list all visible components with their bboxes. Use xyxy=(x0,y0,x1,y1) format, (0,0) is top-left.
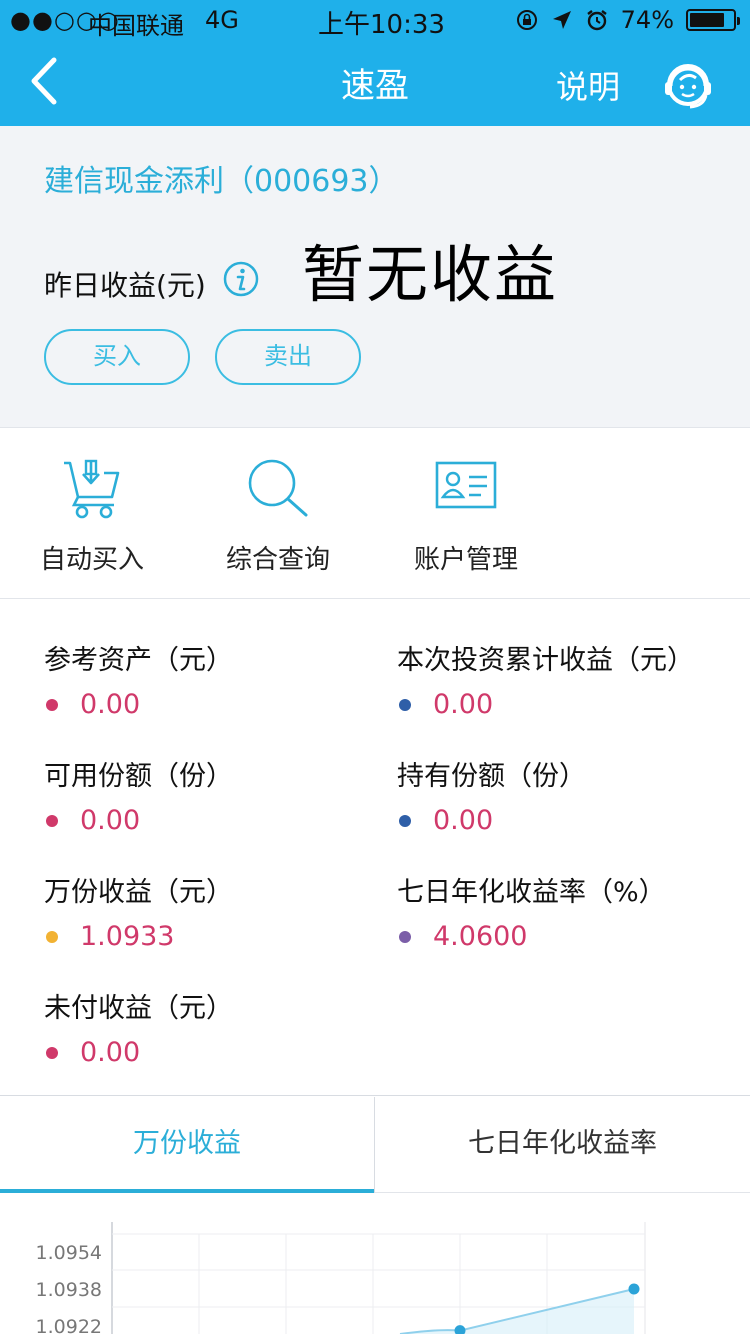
stat-label: 万份收益（元） xyxy=(44,877,233,908)
customer-service-icon[interactable] xyxy=(660,56,716,112)
stat-label: 可用份额（份） xyxy=(44,761,233,792)
stat-per-10k-yield: 万份收益（元） 1.0933 xyxy=(44,870,384,952)
stat-dot xyxy=(46,698,58,711)
chart-tabs: 万份收益 七日年化收益率 xyxy=(0,1097,750,1193)
alarm-clock-icon xyxy=(586,10,607,31)
shortcut-bar: 自动买入 综合查询 账户管理 xyxy=(0,429,750,599)
shortcut-label: 账户管理 xyxy=(414,545,519,575)
yield-chart: 1.0954 1.0938 1.0922 xyxy=(0,1194,750,1334)
stat-held-shares: 持有份额（份） 0.00 xyxy=(397,754,737,836)
stat-label: 持有份额（份） xyxy=(397,761,586,792)
buy-button[interactable]: 买入 xyxy=(44,329,190,385)
network-type: 4G xyxy=(205,6,239,34)
shortcut-label: 综合查询 xyxy=(226,545,331,575)
battery-icon xyxy=(686,9,740,31)
shortcut-query[interactable]: 综合查询 xyxy=(226,429,396,599)
stat-value: 4.0600 xyxy=(433,921,528,952)
tab-per-10k-yield[interactable]: 万份收益 xyxy=(0,1097,374,1193)
stat-value: 0.00 xyxy=(433,689,494,720)
stat-dot xyxy=(399,698,411,711)
y-tick-label: 1.0922 xyxy=(36,1316,102,1334)
stat-available-shares: 可用份额（份） 0.00 xyxy=(44,754,384,836)
sell-button[interactable]: 卖出 xyxy=(215,329,361,385)
stat-dot xyxy=(399,814,411,827)
stat-value: 0.00 xyxy=(433,805,494,836)
page: ●●○○○ 中国联通 4G 上午10:33 74% 速盈 说明 建信现金添利（0… xyxy=(0,0,750,1334)
stat-7day-annualized: 七日年化收益率（%） 4.0600 xyxy=(397,870,737,952)
data-point xyxy=(454,1325,466,1334)
search-icon xyxy=(248,459,308,517)
fund-name: 建信现金添利（000693） xyxy=(44,164,399,199)
status-time: 上午10:33 xyxy=(318,10,445,40)
orientation-lock-icon xyxy=(516,10,537,30)
shortcut-auto-buy[interactable]: 自动买入 xyxy=(40,429,210,599)
battery-percent: 74% xyxy=(620,6,674,34)
yesterday-yield-label: 昨日收益(元) xyxy=(44,269,206,302)
stat-dot xyxy=(46,1046,58,1059)
explain-button[interactable]: 说明 xyxy=(556,62,620,108)
stat-label: 本次投资累计收益（元） xyxy=(397,645,694,676)
stat-label: 七日年化收益率（%） xyxy=(397,877,666,908)
location-arrow-icon xyxy=(552,11,571,29)
y-tick-label: 1.0954 xyxy=(36,1242,102,1264)
stat-value: 0.00 xyxy=(80,805,141,836)
id-card-icon xyxy=(435,461,497,509)
status-bar: ●●○○○ 中国联通 4G 上午10:33 74% xyxy=(0,0,750,40)
stat-value: 0.00 xyxy=(80,1037,141,1068)
stat-label: 未付收益（元） xyxy=(44,993,233,1024)
series-area xyxy=(400,1289,634,1334)
stat-dot xyxy=(399,930,411,943)
nav-header: 速盈 说明 xyxy=(0,40,750,126)
shortcut-account[interactable]: 账户管理 xyxy=(414,429,584,599)
info-icon[interactable] xyxy=(222,260,260,298)
stat-cumulative-yield: 本次投资累计收益（元） 0.00 xyxy=(397,638,737,720)
stat-label: 参考资产（元） xyxy=(44,645,233,676)
shortcut-label: 自动买入 xyxy=(40,545,145,575)
cart-download-icon xyxy=(64,459,120,519)
y-tick-label: 1.0938 xyxy=(36,1279,102,1301)
page-title: 速盈 xyxy=(341,66,409,106)
data-point xyxy=(628,1283,640,1295)
stat-dot xyxy=(46,930,58,943)
status-right: 74% xyxy=(515,6,740,34)
stat-dot xyxy=(46,814,58,827)
stat-value: 1.0933 xyxy=(80,921,175,952)
stat-unpaid-yield: 未付收益（元） 0.00 xyxy=(44,986,384,1068)
tab-7day-annualized[interactable]: 七日年化收益率 xyxy=(374,1097,750,1193)
asset-stats: 参考资产（元） 0.00 本次投资累计收益（元） 0.00 可用份额（份） 0.… xyxy=(0,600,750,1096)
yesterday-yield-value: 暂无收益 xyxy=(302,238,559,311)
yield-line-chart: 1.0954 1.0938 1.0922 xyxy=(36,1222,646,1334)
stat-value: 0.00 xyxy=(80,689,141,720)
stat-reference-assets: 参考资产（元） 0.00 xyxy=(44,638,384,720)
fund-summary: 建信现金添利（000693） 昨日收益(元) 暂无收益 买入 卖出 xyxy=(0,126,750,428)
carrier-name: 中国联通 xyxy=(88,12,184,40)
